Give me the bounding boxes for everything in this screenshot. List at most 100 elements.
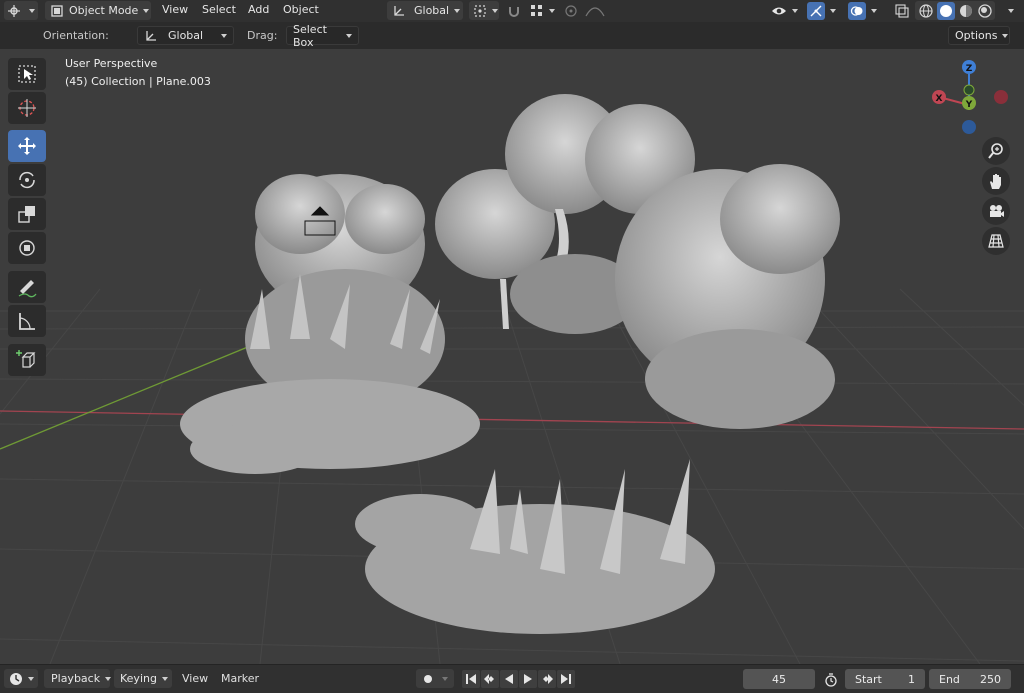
shading-options-dropdown[interactable] [998, 1, 1018, 20]
proportional-edit-toggle[interactable] [561, 1, 581, 20]
chevron-down-icon [346, 33, 352, 38]
pan-view-button[interactable] [982, 167, 1010, 195]
xray-icon [895, 3, 909, 18]
end-frame-field[interactable]: End 250 [929, 669, 1011, 689]
editor-type-button[interactable] [4, 1, 38, 20]
transform-icon [19, 240, 35, 256]
viewport-header: Object Mode View Select Add Object Globa… [0, 0, 1024, 22]
annotate-tool[interactable] [8, 271, 46, 303]
scale-tool[interactable] [8, 198, 46, 230]
chevron-down-icon [1008, 8, 1014, 13]
move-icon [18, 137, 36, 155]
playback-menu[interactable]: Playback [44, 669, 112, 688]
timeline-view-menu[interactable]: View [182, 672, 208, 685]
3d-viewport[interactable]: User Perspective (45) Collection | Plane… [0, 49, 1024, 664]
camera-view-button[interactable] [982, 197, 1010, 225]
material-preview-icon[interactable] [958, 3, 974, 19]
scene-render [0, 94, 1024, 664]
wireframe-shading-icon[interactable] [918, 3, 934, 19]
add-cube-tool[interactable] [8, 344, 46, 376]
3d-viewport-icon [8, 4, 20, 17]
menu-select[interactable]: Select [202, 3, 236, 16]
falloff-dropdown[interactable] [582, 1, 610, 20]
clock-icon [10, 672, 22, 685]
move-tool[interactable] [8, 130, 46, 162]
options-label: Options [955, 29, 998, 42]
gizmo-y-label: Y [965, 100, 973, 110]
solid-shading-button[interactable] [937, 1, 955, 20]
falloff-curve-icon [585, 6, 605, 16]
select-box-tool[interactable] [8, 58, 46, 90]
mode-dropdown[interactable]: Object Mode [45, 1, 151, 20]
menu-view[interactable]: View [162, 3, 188, 16]
transform-tool[interactable] [8, 232, 46, 264]
xray-toggle[interactable] [892, 1, 912, 20]
chevron-down-icon [221, 33, 227, 38]
view-name: User Perspective [65, 57, 158, 70]
auto-keying-toggle[interactable] [416, 669, 454, 688]
rendered-shading-icon[interactable] [977, 3, 993, 19]
jump-start-icon [466, 674, 476, 684]
chevron-down-icon [830, 8, 836, 13]
options-dropdown[interactable]: Options [948, 26, 1010, 45]
perspective-toggle-button[interactable] [982, 227, 1010, 255]
proportional-edit-icon [565, 4, 577, 17]
timeline-editor-type-button[interactable] [4, 669, 38, 688]
visibility-dropdown[interactable] [768, 1, 798, 20]
drag-dropdown[interactable]: Select Box [286, 23, 359, 49]
chevron-down-icon [161, 676, 168, 681]
gizmo-x-label: X [936, 94, 943, 104]
gizmo-icon [810, 5, 822, 16]
object-mode-icon [51, 4, 63, 17]
record-icon [424, 674, 432, 683]
hand-icon [990, 174, 1001, 189]
time-stopwatch-toggle[interactable] [821, 670, 841, 689]
jump-end-button[interactable] [557, 670, 575, 688]
chevron-down-icon [871, 8, 877, 13]
chevron-down-icon [442, 676, 448, 681]
keying-menu[interactable]: Keying [114, 669, 172, 688]
shading-mode-group [915, 1, 995, 20]
x-axis-line [0, 410, 1024, 430]
start-frame-field[interactable]: Start 1 [845, 669, 925, 689]
pivot-icon [474, 4, 486, 17]
play-reverse-icon [505, 674, 513, 684]
cursor-tool[interactable] [8, 92, 46, 124]
timeline-bar: Playback Keying View Marker 45 Start 1 E… [0, 664, 1024, 693]
orientation-label: Global [414, 4, 450, 17]
overlays-toggle[interactable] [846, 1, 884, 20]
keyframe-back-icon [484, 674, 494, 684]
chevron-down-icon [454, 8, 461, 13]
chevron-down-icon [29, 8, 35, 13]
chevron-down-icon [792, 8, 798, 13]
keying-label: Keying [120, 672, 157, 685]
play-reverse-button[interactable] [500, 670, 518, 688]
end-frame-label: End [939, 672, 960, 686]
menu-object[interactable]: Object [283, 3, 319, 16]
orientation-label: Orientation: [43, 29, 109, 42]
start-frame-value: 1 [908, 672, 915, 686]
navigation-gizmo[interactable]: Z X Y [926, 57, 1016, 137]
measure-tool[interactable] [8, 305, 46, 337]
magnet-icon [509, 6, 519, 17]
orientation-value: Global [168, 29, 204, 42]
grid-perspective-icon [988, 234, 1004, 248]
jump-keyframe-forward-button[interactable] [538, 670, 556, 688]
gizmo-toggle[interactable] [805, 1, 841, 20]
menu-add[interactable]: Add [248, 3, 269, 16]
rotate-icon [19, 171, 35, 189]
playback-label: Playback [51, 672, 101, 685]
play-button[interactable] [519, 670, 537, 688]
snap-target-dropdown[interactable] [527, 1, 557, 20]
snap-toggle[interactable] [503, 1, 525, 20]
transform-orientation-dropdown[interactable]: Global [387, 1, 463, 20]
zoom-view-button[interactable] [982, 137, 1010, 165]
jump-keyframe-back-button[interactable] [481, 670, 499, 688]
current-frame-field[interactable]: 45 [743, 669, 815, 689]
jump-start-button[interactable] [462, 670, 480, 688]
rotate-tool[interactable] [8, 164, 46, 196]
orientation-dropdown[interactable]: Global [137, 26, 234, 45]
end-frame-value: 250 [980, 672, 1001, 686]
pivot-point-dropdown[interactable] [469, 1, 499, 20]
timeline-marker-menu[interactable]: Marker [221, 672, 259, 685]
